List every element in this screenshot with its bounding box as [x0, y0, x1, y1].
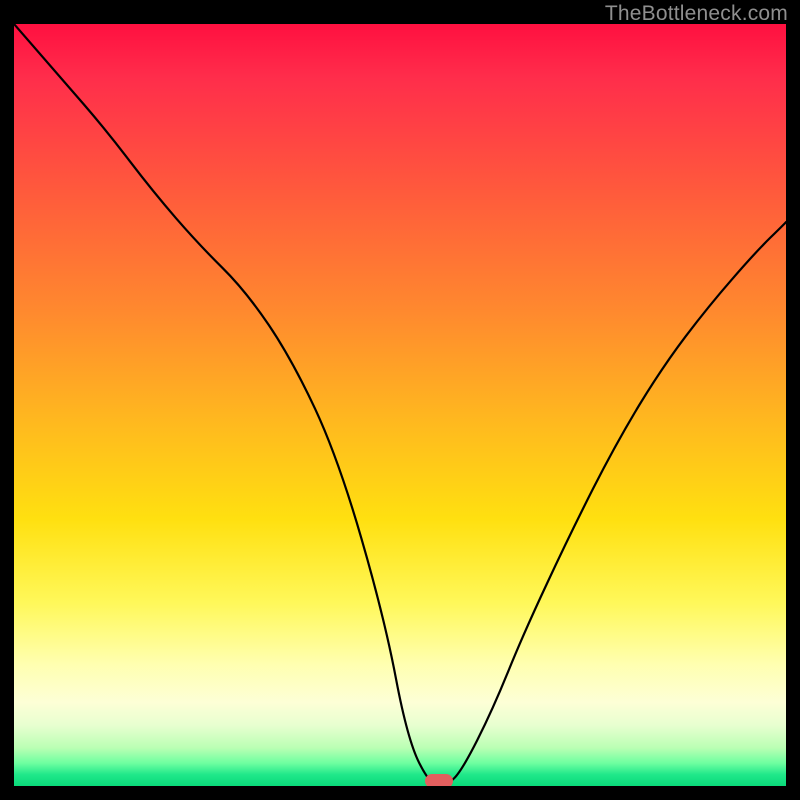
chart-frame: TheBottleneck.com	[0, 0, 800, 800]
bottleneck-curve	[14, 24, 786, 786]
plot-area	[14, 24, 786, 786]
watermark-text: TheBottleneck.com	[605, 2, 788, 26]
min-marker-pill	[425, 774, 453, 786]
